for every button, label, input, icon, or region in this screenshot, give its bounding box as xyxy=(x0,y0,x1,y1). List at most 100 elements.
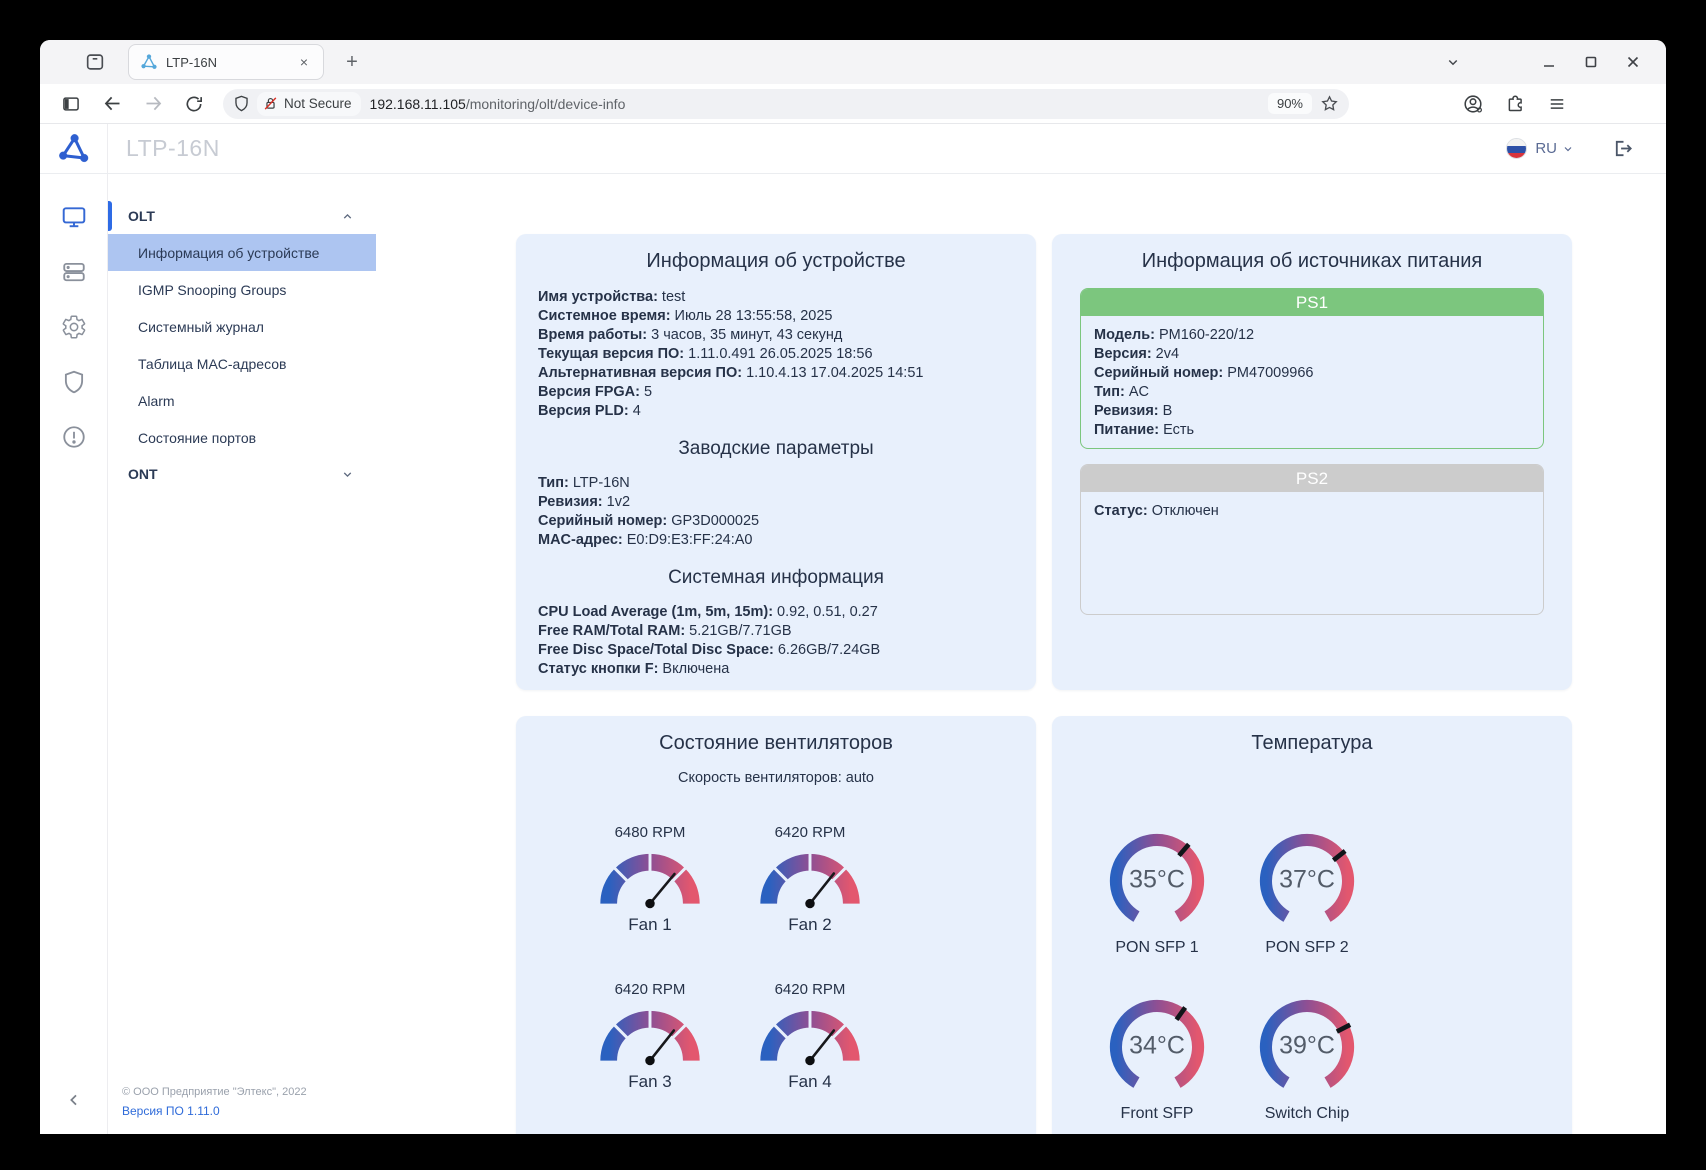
zoom-level-badge[interactable]: 90% xyxy=(1268,93,1312,114)
temperature-value: 39°C xyxy=(1251,1031,1363,1060)
device-info-title: Информация об устройстве xyxy=(538,250,1014,273)
sidebar-item-alarm[interactable]: Alarm xyxy=(108,382,376,419)
chevron-down-icon xyxy=(341,468,354,481)
tab-strip: LTP-16N × + xyxy=(40,40,1666,84)
tab-close-icon[interactable]: × xyxy=(293,51,315,73)
info-row: Ревизия:1v2 xyxy=(538,493,1014,512)
system-info-title: Системная информация xyxy=(538,567,1014,589)
security-label: Not Secure xyxy=(284,96,352,111)
window-minimize-button[interactable] xyxy=(1536,49,1562,75)
temperature-gauge: 37°C PON SFP 2 xyxy=(1251,825,1363,957)
russian-flag-icon xyxy=(1506,138,1527,159)
info-row: Текущая версия ПО:1.11.0.491 26.05.2025 … xyxy=(538,345,1014,364)
browser-toolbar: Not Secure 192.168.11.105/monitoring/olt… xyxy=(40,84,1666,124)
sidebar-section-olt[interactable]: OLT xyxy=(108,198,376,234)
main-content: Информация об устройстве Имя устройства:… xyxy=(376,174,1666,1134)
forward-button[interactable] xyxy=(138,89,168,119)
info-row: Статус:Отключен xyxy=(1094,502,1530,521)
window-close-button[interactable] xyxy=(1620,49,1646,75)
temperature-gauge: 39°C Switch Chip xyxy=(1251,991,1363,1123)
info-row: Ревизия:B xyxy=(1094,402,1530,421)
fan-speed-gauge-icon xyxy=(591,1001,709,1071)
bookmark-star-icon[interactable] xyxy=(1316,91,1342,117)
copyright-text: © ООО Предприятие "Элтекс", 2022 xyxy=(122,1086,370,1098)
temperature-gauge-grid: 35°C PON SFP 1 37°C PON SFP 2 xyxy=(1082,825,1550,1123)
sidebar-item-port-state[interactable]: Состояние портов xyxy=(108,419,376,456)
fan-name: Fan 1 xyxy=(628,915,671,935)
page-title: LTP-16N xyxy=(126,135,220,162)
shield-icon[interactable] xyxy=(232,94,251,113)
devices-rack-icon[interactable] xyxy=(61,259,87,285)
fans-title: Состояние вентиляторов xyxy=(538,732,1014,755)
fan-name: Fan 2 xyxy=(788,915,831,935)
info-row: Системное время:Июль 28 13:55:58, 2025 xyxy=(538,307,1014,326)
temperature-value: 34°C xyxy=(1101,1031,1213,1060)
info-row: Имя устройства:test xyxy=(538,288,1014,307)
security-shield-icon[interactable] xyxy=(61,369,87,395)
browser-window: LTP-16N × + xyxy=(40,40,1666,1134)
fans-card: Состояние вентиляторов Скорость вентилят… xyxy=(516,716,1036,1134)
fan-speed-gauge-icon xyxy=(751,1001,869,1071)
browser-menu-icon[interactable] xyxy=(1543,90,1571,118)
chevron-up-icon xyxy=(341,210,354,223)
url-bar[interactable]: Not Secure 192.168.11.105/monitoring/olt… xyxy=(223,89,1349,119)
reload-button[interactable] xyxy=(179,89,209,119)
sensor-name: Front SFP xyxy=(1121,1105,1194,1123)
eltex-logo-icon xyxy=(40,124,108,173)
power-supplies-card: Информация об источниках питания PS1 Мод… xyxy=(1052,234,1572,690)
back-button[interactable] xyxy=(97,89,127,119)
security-chip[interactable]: Not Secure xyxy=(257,92,361,116)
sensor-name: PON SFP 2 xyxy=(1265,939,1348,957)
temperature-gauge: 35°C PON SFP 1 xyxy=(1101,825,1213,957)
window-maximize-button[interactable] xyxy=(1578,49,1604,75)
sidebar-section-ont[interactable]: ONT xyxy=(108,456,376,492)
extensions-puzzle-icon[interactable] xyxy=(1501,90,1529,118)
sidebar-item-device-info[interactable]: Информация об устройстве xyxy=(108,234,376,271)
info-row: Модель:PM160-220/12 xyxy=(1094,326,1530,345)
logout-icon[interactable] xyxy=(1610,136,1636,162)
sidebar-toggle-icon[interactable] xyxy=(56,89,86,119)
info-row: Версия PLD:4 xyxy=(538,402,1014,421)
fan-rpm-value: 6480 RPM xyxy=(615,824,686,841)
tab-title: LTP-16N xyxy=(166,55,293,70)
alerts-exclamation-icon[interactable] xyxy=(61,424,87,450)
fan-rpm-value: 6420 RPM xyxy=(775,824,846,841)
sidebar-item-igmp-snooping[interactable]: IGMP Snooping Groups xyxy=(108,271,376,308)
sidebar-footer: © ООО Предприятие "Элтекс", 2022 Версия … xyxy=(122,1086,370,1118)
browser-tab[interactable]: LTP-16N × xyxy=(128,44,324,80)
fan-gauge: 6420 RPM Fan 4 xyxy=(751,981,869,1092)
sensor-name: Switch Chip xyxy=(1265,1105,1349,1123)
firmware-version-link[interactable]: Версия ПО 1.11.0 xyxy=(122,1104,370,1118)
app-header: LTP-16N RU xyxy=(40,124,1666,174)
tab-list-chevron-icon[interactable] xyxy=(1444,53,1462,71)
info-row: Тип:LTP-16N xyxy=(538,474,1014,493)
info-row: MAC-адрес:E0:D9:E3:FF:24:A0 xyxy=(538,531,1014,550)
temperature-ring-icon: 34°C xyxy=(1101,991,1213,1103)
language-chevron-icon[interactable] xyxy=(1562,143,1574,155)
sidebar-collapse-chevron-icon[interactable] xyxy=(66,1092,82,1108)
language-selector[interactable]: RU xyxy=(1535,140,1557,157)
sidebar-item-mac-table[interactable]: Таблица MAC-адресов xyxy=(108,345,376,382)
info-row: Статус кнопки F:Включена xyxy=(538,660,1014,679)
temperature-ring-icon: 37°C xyxy=(1251,825,1363,937)
sidebar-item-system-log[interactable]: Системный журнал xyxy=(108,308,376,345)
power-supplies-title: Информация об источниках питания xyxy=(1074,250,1550,273)
settings-gear-icon[interactable] xyxy=(61,314,87,340)
ps1-box: PS1 Модель:PM160-220/12 Версия:2v4 Серий… xyxy=(1080,288,1544,449)
tab-overview-icon[interactable] xyxy=(80,47,110,77)
fan-gauge: 6480 RPM Fan 1 xyxy=(591,824,709,935)
temperature-ring-icon: 35°C xyxy=(1101,825,1213,937)
url-host: 192.168.11.105 xyxy=(370,96,466,112)
new-tab-button[interactable]: + xyxy=(338,48,366,76)
info-row: Версия:2v4 xyxy=(1094,345,1530,364)
app-body: OLT Информация об устройстве IGMP Snoopi… xyxy=(40,174,1666,1134)
info-row: Альтернативная версия ПО:1.10.4.13 17.04… xyxy=(538,364,1014,383)
fan-name: Fan 3 xyxy=(628,1072,671,1092)
fan-rpm-value: 6420 RPM xyxy=(775,981,846,998)
device-info-card: Информация об устройстве Имя устройства:… xyxy=(516,234,1036,690)
info-row: Free RAM/Total RAM:5.21GB/7.71GB xyxy=(538,622,1014,641)
profile-icon[interactable] xyxy=(1459,90,1487,118)
info-row: Серийный номер:GP3D000025 xyxy=(538,512,1014,531)
temperature-title: Температура xyxy=(1074,732,1550,755)
monitoring-monitor-icon[interactable] xyxy=(61,204,87,230)
